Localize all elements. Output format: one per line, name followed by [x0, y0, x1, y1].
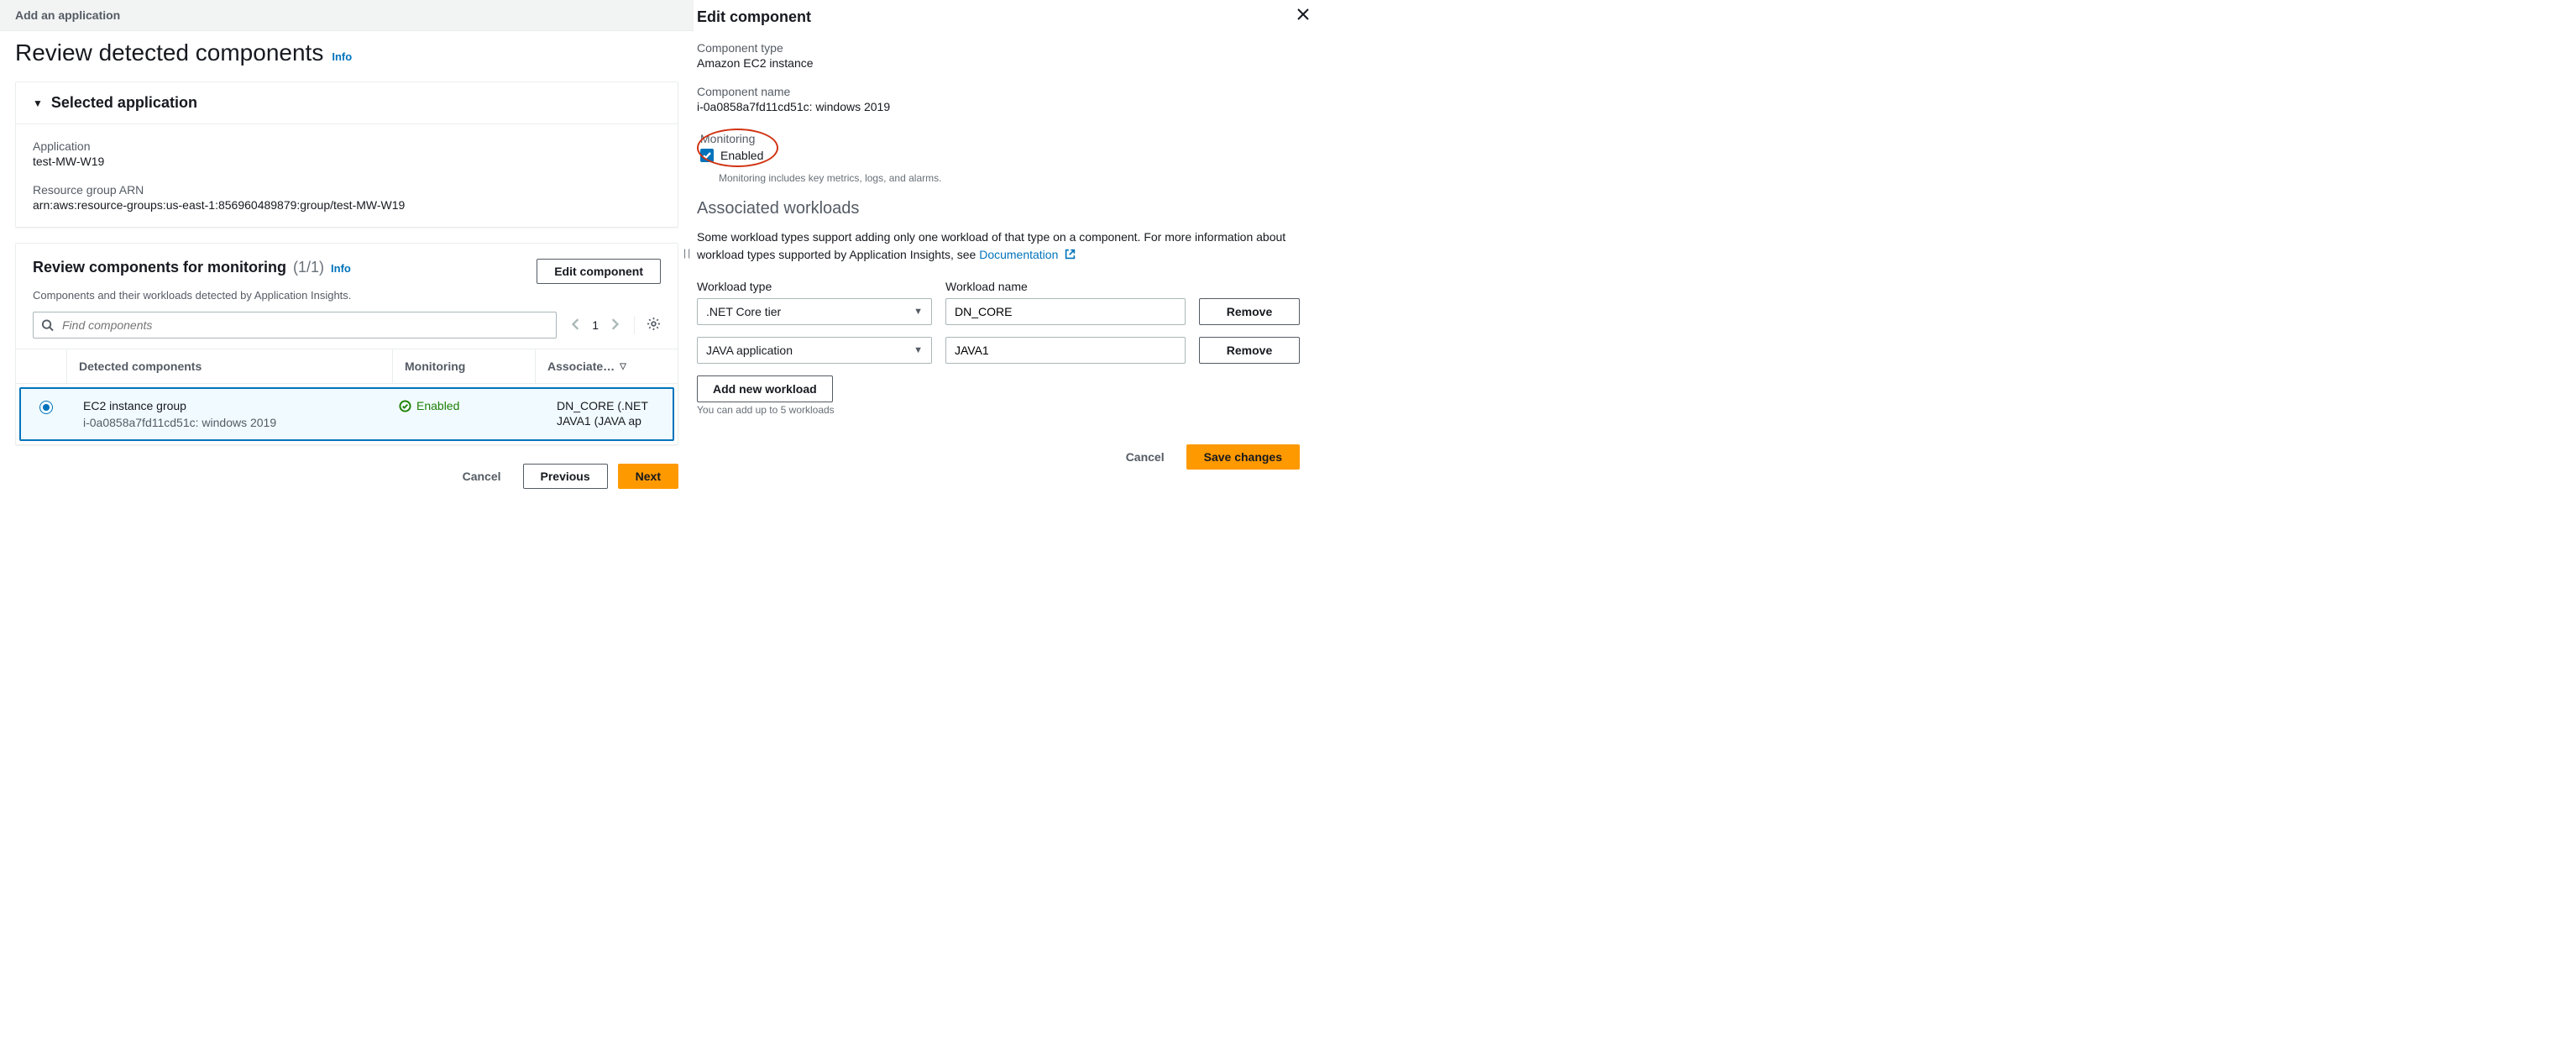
- monitoring-checkbox[interactable]: [700, 149, 714, 162]
- col-associated[interactable]: Associate…▽: [535, 349, 678, 383]
- workload-name-label: Workload name: [945, 280, 1186, 293]
- list-item: DN_CORE (.NET: [557, 399, 661, 412]
- chevron-down-icon: ▼: [914, 307, 923, 317]
- previous-button[interactable]: Previous: [523, 464, 608, 489]
- page-number: 1: [592, 318, 599, 332]
- info-link[interactable]: Info: [332, 50, 352, 63]
- remove-button[interactable]: Remove: [1199, 298, 1300, 325]
- save-changes-button[interactable]: Save changes: [1186, 444, 1300, 470]
- add-workload-button[interactable]: Add new workload: [697, 375, 833, 402]
- selected-application-card: ▼ Selected application Application test-…: [15, 81, 678, 228]
- component-name-label: Component name: [697, 85, 1300, 98]
- workload-type-label: Workload type: [697, 280, 932, 293]
- status-badge: Enabled: [399, 399, 518, 412]
- list-item: JAVA1 (JAVA ap: [557, 414, 661, 428]
- row-title: EC2 instance group: [83, 399, 375, 412]
- table-header: Detected components Monitoring Associate…: [16, 349, 678, 384]
- col-detected[interactable]: Detected components: [66, 349, 392, 383]
- component-type-value: Amazon EC2 instance: [697, 56, 1300, 70]
- selected-application-header[interactable]: ▼ Selected application: [16, 82, 678, 124]
- associated-list: DN_CORE (.NET JAVA1 (JAVA ap: [542, 399, 661, 428]
- check-icon: [702, 150, 712, 160]
- breadcrumb: Add an application: [0, 0, 694, 31]
- workload-name-input[interactable]: [945, 298, 1186, 325]
- page-next-icon[interactable]: [607, 315, 622, 336]
- page-prev-icon[interactable]: [568, 315, 584, 336]
- workload-type-select[interactable]: .NET Core tier▼: [697, 298, 932, 325]
- cancel-button[interactable]: Cancel: [1114, 444, 1176, 470]
- edit-component-button[interactable]: Edit component: [537, 259, 661, 284]
- documentation-link[interactable]: Documentation: [979, 248, 1058, 261]
- col-monitoring[interactable]: Monitoring: [392, 349, 535, 383]
- arn-label: Resource group ARN: [33, 183, 661, 197]
- remove-button[interactable]: Remove: [1199, 337, 1300, 364]
- panel-title: Edit component: [697, 8, 1300, 26]
- row-radio[interactable]: [39, 401, 53, 414]
- components-description: Components and their workloads detected …: [16, 289, 678, 312]
- left-pane: Add an application Review detected compo…: [0, 0, 694, 506]
- drag-handle-icon[interactable]: ||: [683, 247, 692, 259]
- external-link-icon: [1065, 247, 1076, 265]
- application-value: test-MW-W19: [33, 155, 661, 168]
- chevron-down-icon: ▽: [620, 362, 626, 371]
- page-title: Review detected components: [15, 39, 323, 66]
- arn-value: arn:aws:resource-groups:us-east-1:856960…: [33, 198, 661, 212]
- selected-application-title: Selected application: [51, 94, 197, 112]
- component-type-label: Component type: [697, 41, 1300, 55]
- monitoring-label: Monitoring: [700, 132, 763, 145]
- cancel-button[interactable]: Cancel: [451, 464, 513, 489]
- row-subtitle: i-0a0858a7fd11cd51c: windows 2019: [83, 416, 375, 429]
- associated-workloads-para: Some workload types support adding only …: [697, 228, 1300, 265]
- pagination: 1: [568, 315, 622, 336]
- chevron-down-icon: ▼: [914, 345, 923, 355]
- panel-footer: Cancel Save changes: [697, 444, 1300, 470]
- workload-name-input[interactable]: [945, 337, 1186, 364]
- component-name-value: i-0a0858a7fd11cd51c: windows 2019: [697, 100, 1300, 113]
- table-row[interactable]: EC2 instance group i-0a0858a7fd11cd51c: …: [19, 387, 674, 441]
- wizard-footer: Cancel Previous Next: [0, 460, 694, 489]
- search-icon: [41, 319, 54, 332]
- monitoring-checkbox-label: Enabled: [720, 149, 763, 162]
- workload-row: JAVA application▼ Remove: [697, 337, 1300, 364]
- next-button[interactable]: Next: [618, 464, 678, 489]
- application-label: Application: [33, 139, 661, 153]
- components-card: Review components for monitoring (1/1) I…: [15, 243, 678, 445]
- close-icon[interactable]: [1296, 7, 1310, 26]
- components-info-link[interactable]: Info: [331, 262, 351, 275]
- workloads-hint: You can add up to 5 workloads: [697, 404, 1300, 416]
- associated-workloads-header: Associated workloads: [697, 199, 1300, 218]
- search-input[interactable]: [33, 312, 557, 339]
- gear-icon[interactable]: [647, 317, 661, 333]
- workload-row: .NET Core tier▼ Remove: [697, 298, 1300, 325]
- monitoring-hint: Monitoring includes key metrics, logs, a…: [719, 172, 1300, 184]
- caret-down-icon: ▼: [33, 97, 43, 109]
- check-circle-icon: [399, 400, 411, 412]
- right-pane: Edit component Component type Amazon EC2…: [694, 0, 1315, 506]
- components-count: (1/1): [293, 259, 324, 276]
- divider: [634, 316, 635, 334]
- components-title: Review components for monitoring: [33, 259, 286, 276]
- workload-type-select[interactable]: JAVA application▼: [697, 337, 932, 364]
